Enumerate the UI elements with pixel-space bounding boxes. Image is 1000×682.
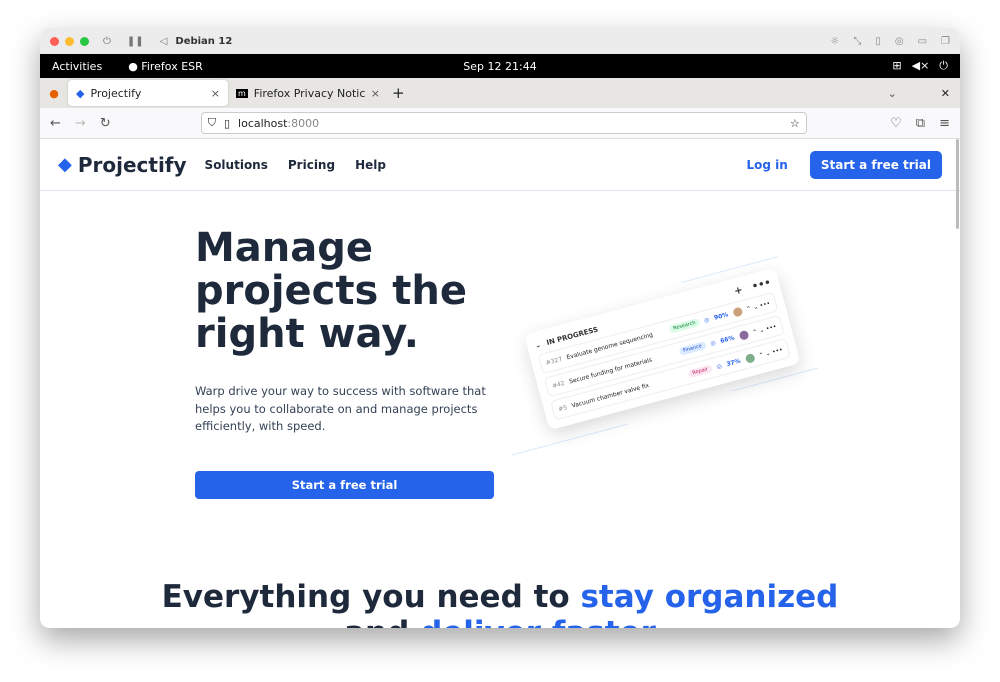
close-tab-button[interactable]: × [371,87,380,100]
menu-help[interactable]: Help [355,158,386,172]
bird-logo-icon: ◆ [58,154,72,175]
avatar [737,329,749,341]
start-trial-button[interactable]: Start a free trial [809,150,942,179]
tab-privacy-notice[interactable]: m Firefox Privacy Notice — × [228,80,388,106]
close-window-icon[interactable]: ✕ [941,87,950,100]
more-icon: ••• [750,277,773,293]
pause-icon[interactable]: ❚❚ [127,36,144,47]
url-text: localhost:8000 [238,116,320,130]
menu-icon[interactable]: ≡ [939,116,950,131]
login-link[interactable]: Log in [747,158,788,172]
hero-lead: Warp drive your way to success with soft… [195,384,486,433]
network-icon[interactable]: ⊞ [892,59,901,73]
menu-pricing[interactable]: Pricing [288,158,335,172]
power-icon[interactable]: ⏻ [939,59,948,73]
activities-button[interactable]: Activities [52,60,102,73]
check-circle-icon: ◎ [715,362,723,371]
avatar [731,306,743,318]
bookmark-star-icon[interactable]: ☆ [790,117,800,130]
brand-logo[interactable]: ◆ Projectify [58,153,187,177]
back-arrow-icon[interactable]: ← [50,116,61,131]
hero-start-trial-button[interactable]: Start a free trial [195,471,494,499]
usb-icon[interactable]: ▯ [875,36,881,47]
back-icon[interactable]: ◁ [160,36,168,47]
app-name: Firefox ESR [141,59,203,73]
forward-arrow-icon[interactable]: → [75,116,86,131]
page-icon: ▯ [223,116,231,130]
brightness-icon[interactable]: ☼ [830,36,839,47]
menu-solutions[interactable]: Solutions [205,158,268,172]
tab-bar: ● ◆ Projectify × m Firefox Privacy Notice —… [40,78,960,108]
tab-projectify[interactable]: ◆ Projectify × [68,80,228,106]
firefox-view-icon[interactable]: ● [40,87,68,100]
plus-icon: + [733,284,745,298]
vm-titlebar: ⏻ ❚❚ ◁ Debian 12 ☼ ⤡ ▯ ◎ ▭ ❐ [40,28,960,54]
vm-title: Debian 12 [175,35,233,47]
hero-title: Manage projects the right way. [195,225,467,357]
reload-icon[interactable]: ↻ [100,116,111,131]
new-tab-button[interactable]: + [392,84,405,102]
extensions-icon[interactable]: ⧉ [916,116,925,131]
check-circle-icon: ◎ [709,338,717,348]
list-tabs-chevron-icon[interactable]: ⌄ [888,87,897,100]
firefox-app-menu[interactable]: ● Firefox ESR [128,60,203,73]
tab-label: Firefox Privacy Notice — [253,86,365,100]
bird-icon: ◆ [76,86,85,100]
maximize-window-button[interactable] [80,36,89,46]
navigation-toolbar: ← → ↻ ⛉ ▯ localhost:8000 ☆ ♡ ⧉ ≡ [40,108,960,139]
web-page: ◆ Projectify Solutions Pricing Help Log i… [40,139,960,628]
brand-name: Projectify [77,152,187,177]
close-window-button[interactable] [50,36,59,46]
site-header: ◆ Projectify Solutions Pricing Help Log i… [40,139,960,191]
mozilla-icon: m [236,88,248,98]
check-circle-icon: ◎ [703,315,711,324]
close-tab-button[interactable]: × [211,87,220,100]
pocket-icon[interactable]: ♡ [890,116,902,131]
gnome-top-bar: Activities ● Firefox ESR Sep 12 21:44 ⊞ ◀… [40,54,960,78]
site-menu: Solutions Pricing Help [205,158,386,172]
volume-muted-icon[interactable]: ◀× [912,59,930,73]
chevron-down-icon: ⌄ [534,340,542,350]
task-board-illustration: ⌄ IN PROGRESS + ••• #327 Evaluate genome seq… [523,267,806,450]
windows-icon[interactable]: ❐ [941,36,950,47]
scrollbar[interactable] [956,139,959,229]
tab-label: Projectify [90,86,142,100]
avatar [744,352,756,364]
disc-icon[interactable]: ◎ [895,36,904,47]
url-bar[interactable]: ⛉ ▯ localhost:8000 ☆ [200,112,807,134]
minimize-window-button[interactable] [65,36,74,46]
power-icon[interactable]: ⏻ [103,36,111,47]
browser-window: ⏻ ❚❚ ◁ Debian 12 ☼ ⤡ ▯ ◎ ▭ ❐ Activities ● Fir… [40,28,960,628]
folder-icon[interactable]: ▭ [918,36,927,47]
shield-icon[interactable]: ⛉ [208,116,216,130]
resize-icon[interactable]: ⤡ [853,36,861,47]
features-heading: Everything you need to stay organizedand… [161,579,839,628]
